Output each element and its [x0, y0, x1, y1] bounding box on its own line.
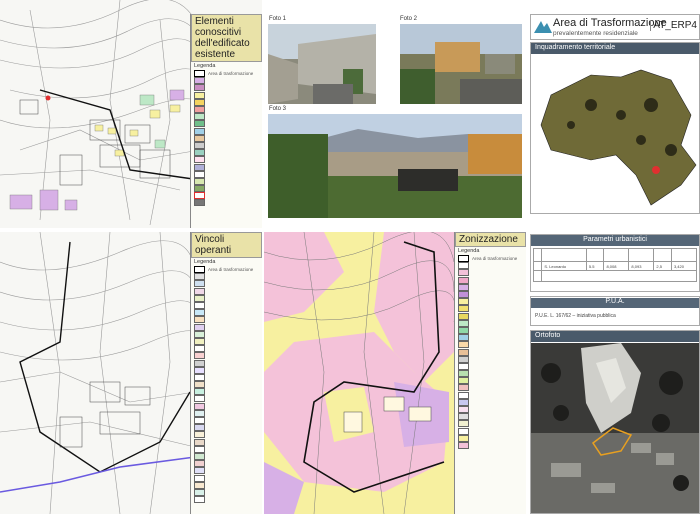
existing-legend: Elementi conoscitivi dell'edificato esis… [190, 14, 262, 228]
parameters-panel: Parametri urbanistici S. Leonardo 5.5 8,… [530, 234, 700, 292]
document-code: AT_ERP4 [650, 20, 697, 31]
territorial-map [540, 69, 697, 206]
parameters-data-row: S. Leonardo 5.5 8,008 8,093 2,5 3,420 [532, 261, 698, 271]
parameters-value-2: 8,008 [603, 261, 630, 271]
zoning-legend-title: Zonizzazione [455, 232, 526, 247]
orthophoto-panel: Ortofoto [530, 330, 700, 514]
zoning-legend-first-item: Area di trasformazione [472, 256, 518, 262]
photo3-caption: Foto 3 [269, 106, 287, 112]
pua-panel: P.U.A. P.U.E. L. 167/62 – iniziativa pub… [530, 296, 700, 326]
photo-3 [268, 114, 522, 218]
territorial-panel: Inquadramento territoriale [530, 42, 700, 214]
pua-note: P.U.E. L. 167/62 – iniziativa pubblica [535, 313, 616, 319]
existing-legend-title: Elementi conoscitivi dell'edificato esis… [191, 14, 262, 62]
existing-legend-label: Legenda [194, 63, 216, 69]
document-subtitle: prevalentemente residenziale [553, 30, 638, 37]
territorial-title: Inquadramento territoriale [531, 43, 699, 54]
existing-elements-map: Elementi conoscitivi dell'edificato esis… [0, 0, 262, 228]
parameters-value-1: 5.5 [585, 261, 605, 271]
photo-1 [268, 24, 376, 104]
parameters-notes-row [532, 270, 697, 282]
pua-title: P.U.A. [531, 298, 699, 308]
constraints-legend-title: Vincoli operanti [191, 232, 262, 258]
parameters-value-4: 2,5 [653, 261, 672, 271]
constraints-legend-first-item: Area di trasformazione [208, 267, 254, 273]
parameters-value-3: 8,093 [628, 261, 655, 271]
photo2-caption: Foto 2 [400, 16, 418, 22]
zoning-map: Zonizzazione Legenda Area di trasformazi… [264, 232, 526, 514]
constraints-legend: Vincoli operanti Legenda Area di trasfor… [190, 232, 262, 514]
parameters-value-5: 3,420 [670, 261, 698, 271]
orthophoto-title: Ortofoto [531, 331, 699, 342]
parameters-table: S. Leonardo 5.5 8,008 8,093 2,5 3,420 [532, 248, 698, 282]
zoning-legend-label: Legenda [458, 248, 480, 254]
photo1-caption: Foto 1 [269, 16, 287, 22]
parameters-row-name: S. Leonardo [541, 261, 587, 271]
zoning-legend: Zonizzazione Legenda Area di trasformazi… [454, 232, 526, 514]
title-block: Area di Trasformazione prevalentemente r… [530, 14, 700, 40]
orthophoto-image [531, 343, 699, 513]
logo-icon [534, 21, 552, 33]
constraints-map: Vincoli operanti Legenda Area di trasfor… [0, 232, 262, 514]
existing-legend-first-item: Area di trasformazione [208, 71, 254, 77]
parameters-title: Parametri urbanistici [531, 235, 699, 246]
photos-panel: Foto 1 Foto 2 Foto 3 [264, 14, 526, 228]
constraints-legend-label: Legenda [194, 259, 216, 265]
photo-2 [400, 24, 522, 104]
parameters-header-row [532, 248, 698, 262]
